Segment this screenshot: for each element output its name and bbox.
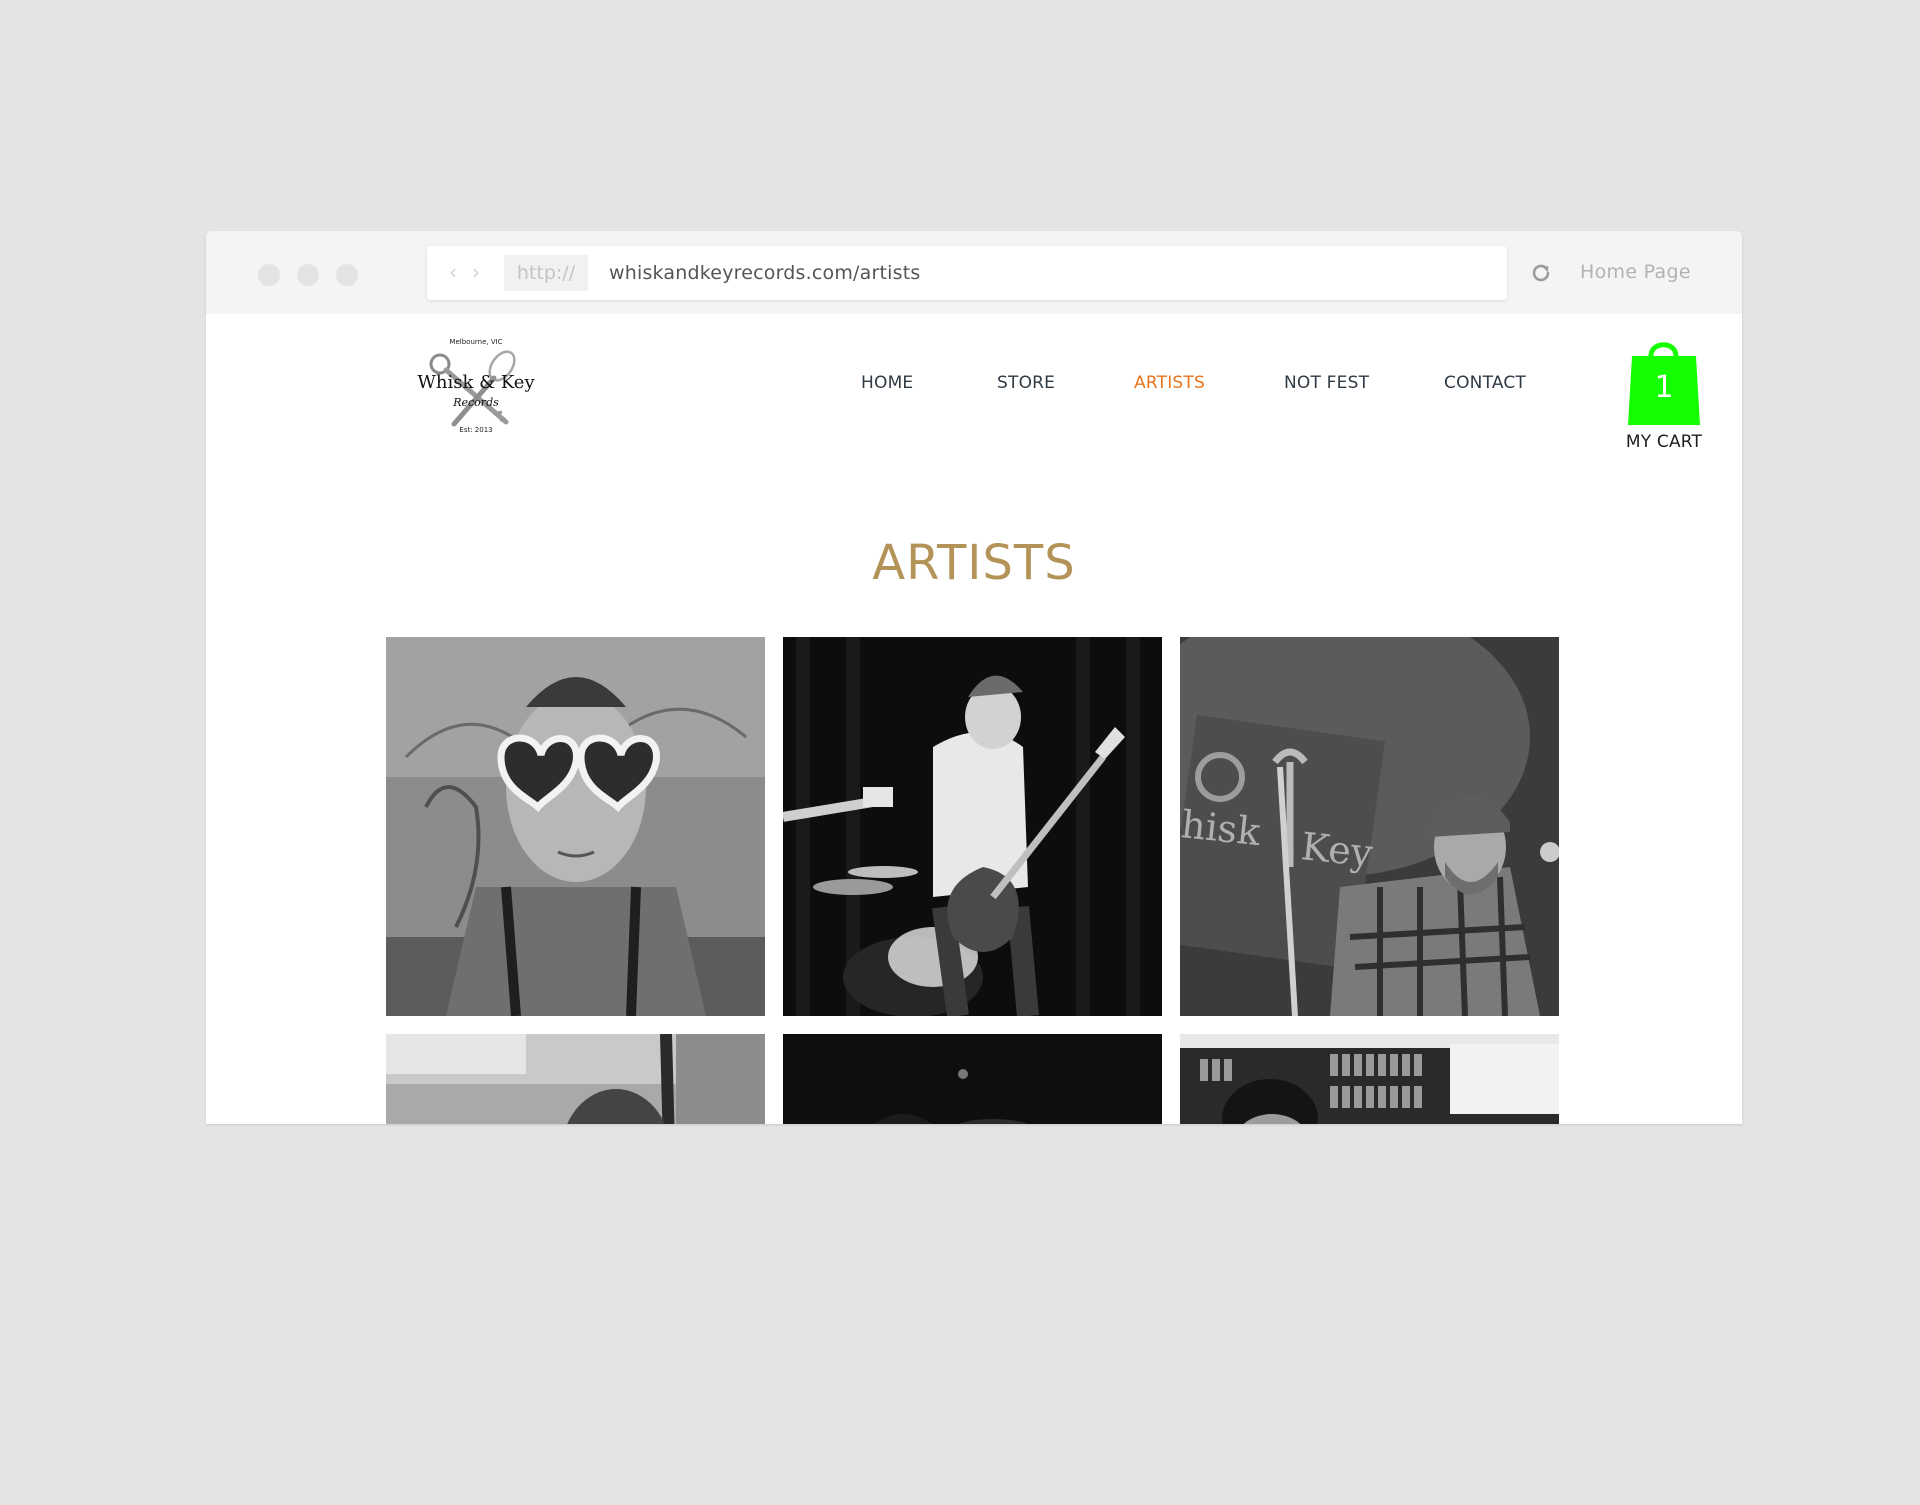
artist-tile-2[interactable] [783, 637, 1162, 1016]
artist-tile-5[interactable] [783, 1034, 1162, 1124]
cart-button[interactable]: 1 MY CART [1618, 336, 1710, 456]
reload-icon[interactable] [1527, 259, 1555, 287]
logo-established: Est: 2013 [459, 426, 493, 434]
artist-tile-3[interactable]: hisk Key [1180, 637, 1559, 1016]
back-arrow-icon[interactable]: ‹ [449, 258, 457, 286]
svg-text:hisk: hisk [1180, 802, 1263, 854]
window-maximize-dot[interactable] [336, 264, 358, 286]
browser-window: ‹ › http:// whiskandkeyrecords.com/artis… [206, 231, 1742, 1124]
logo-location: Melbourne, VIC [449, 338, 503, 346]
nav-not-fest[interactable]: NOT FEST [1284, 371, 1369, 395]
page-title: ARTISTS [872, 535, 1076, 591]
artist-photo-bassist [783, 637, 1162, 1016]
svg-text:Key: Key [1299, 824, 1375, 875]
artist-photo-record-shelves [1180, 1034, 1559, 1124]
window-minimize-dot[interactable] [297, 264, 319, 286]
logo-subtitle: Records [453, 396, 499, 409]
address-bar[interactable]: ‹ › http:// whiskandkeyrecords.com/artis… [427, 246, 1507, 300]
cart-count-badge: 1 [1654, 370, 1674, 405]
artist-tile-6[interactable] [1180, 1034, 1559, 1124]
browser-toolbar: ‹ › http:// whiskandkeyrecords.com/artis… [206, 231, 1742, 314]
nav-home[interactable]: HOME [861, 371, 913, 395]
artist-photo-portrait [386, 637, 765, 1016]
url-text[interactable]: whiskandkeyrecords.com/artists [609, 255, 920, 291]
nav-artists[interactable]: ARTISTS [1134, 371, 1205, 395]
logo-name: Whisk & Key [417, 372, 535, 393]
nav-contact[interactable]: CONTACT [1444, 371, 1526, 395]
window-close-dot[interactable] [258, 264, 280, 286]
site-logo[interactable]: Melbourne, VIC Whisk & Key Records Est: … [414, 336, 538, 440]
artist-photo-musician-beanie: hisk Key [1180, 637, 1559, 1016]
url-protocol: http:// [504, 255, 588, 291]
artist-photo-dark-stage [783, 1034, 1162, 1124]
cart-label: MY CART [1625, 432, 1703, 452]
home-page-button[interactable]: Home Page [1580, 255, 1691, 289]
artist-photo-outdoor [386, 1034, 765, 1124]
nav-store[interactable]: STORE [997, 371, 1055, 395]
forward-arrow-icon[interactable]: › [472, 258, 480, 286]
artist-tile-1[interactable] [386, 637, 765, 1016]
artist-tile-4[interactable] [386, 1034, 765, 1124]
